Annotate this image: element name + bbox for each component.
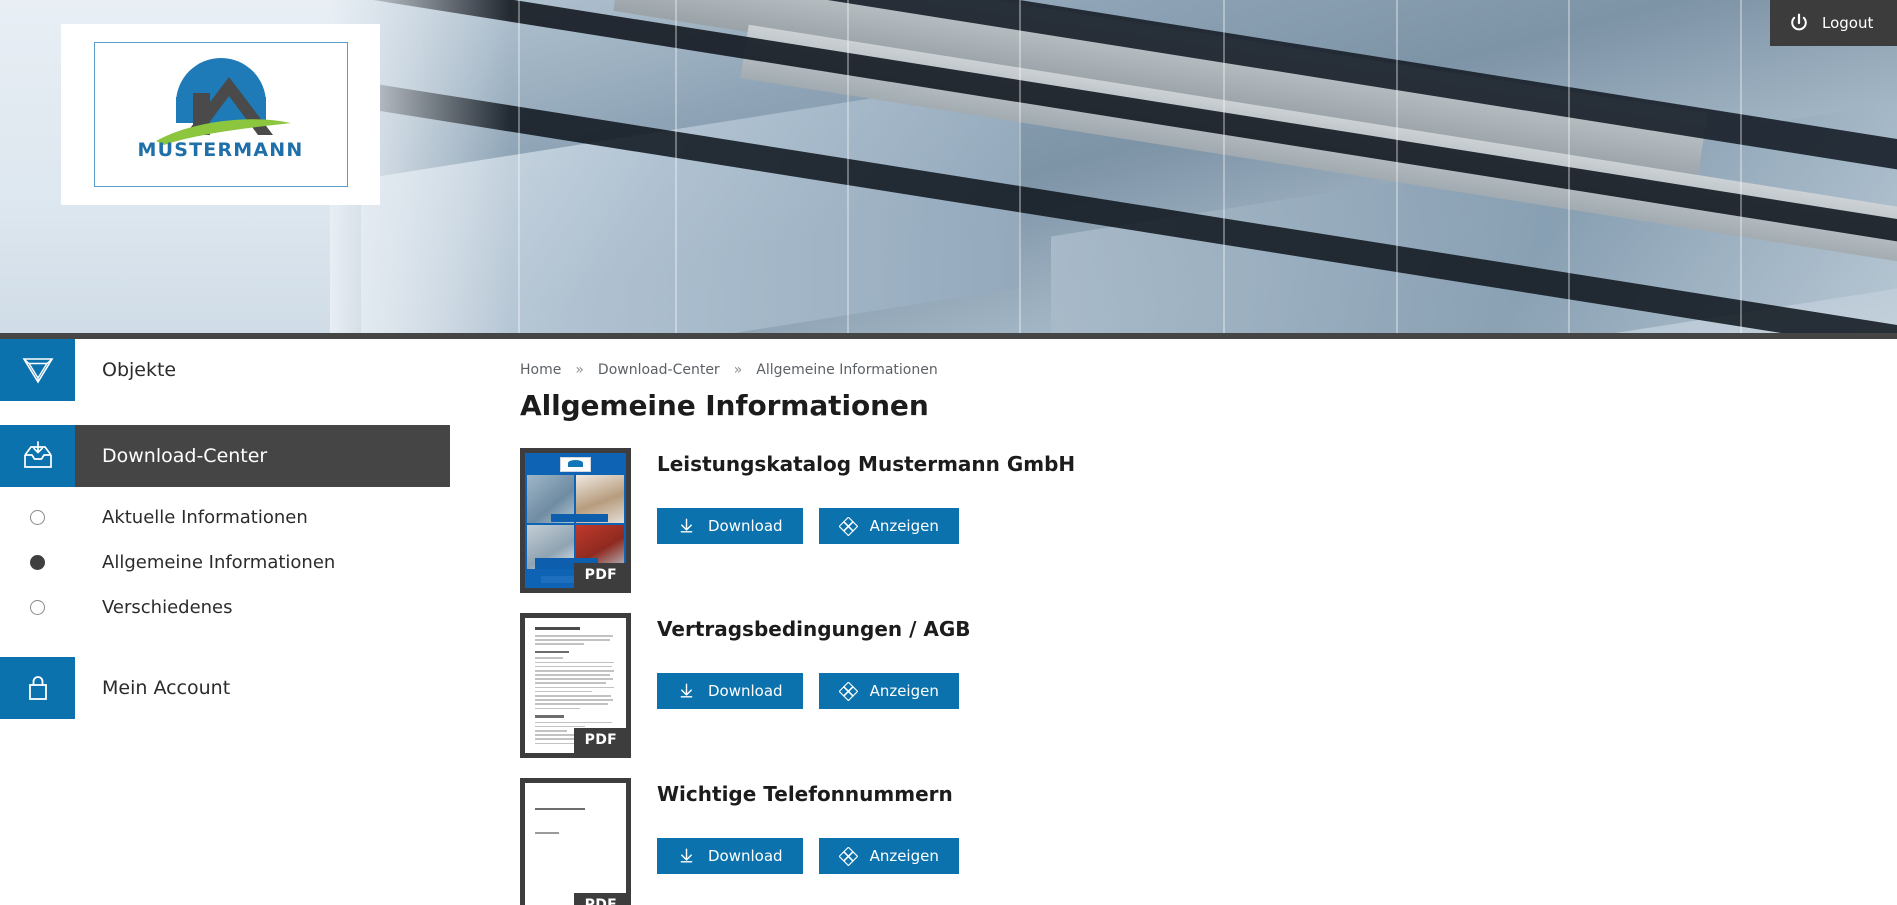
document-body: Vertragsbedingungen / AGB Download Anzei… bbox=[631, 613, 1857, 709]
document-row: PDF Wichtige Telefonnummern Download Anz… bbox=[520, 778, 1857, 905]
sidebar-subnav: Aktuelle Informationen Allgemeine Inform… bbox=[0, 487, 520, 630]
sidebar-subitem-verschiedenes-label: Verschiedenes bbox=[102, 597, 233, 618]
power-icon bbox=[1791, 13, 1807, 31]
radio-bullet-icon bbox=[0, 510, 75, 525]
sidebar-subitem-aktuelle-informationen[interactable]: Aktuelle Informationen bbox=[0, 495, 520, 540]
download-button-label: Download bbox=[708, 847, 783, 865]
house-roof-logo-icon bbox=[155, 58, 291, 145]
sidebar-nav: Objekte Download-Center Aktuelle Informa… bbox=[0, 339, 520, 905]
document-title: Wichtige Telefonnummern bbox=[657, 782, 953, 806]
sidebar-subitem-allgemeine-informationen-label: Allgemeine Informationen bbox=[102, 552, 336, 573]
document-actions: Download Anzeigen bbox=[657, 838, 1857, 874]
document-thumbnail[interactable]: PDF bbox=[520, 613, 631, 758]
sidebar-item-objekte-label: Objekte bbox=[102, 359, 177, 381]
download-button[interactable]: Download bbox=[657, 673, 803, 709]
pdf-badge: PDF bbox=[573, 728, 626, 753]
breadcrumb-separator: » bbox=[733, 362, 743, 378]
view-button[interactable]: Anzeigen bbox=[818, 508, 959, 544]
textdoc-preview-image bbox=[525, 783, 626, 905]
pdf-badge: PDF bbox=[573, 563, 626, 588]
download-button-label: Download bbox=[708, 517, 783, 535]
sidebar-item-download-center[interactable]: Download-Center bbox=[0, 425, 520, 487]
document-thumbnail[interactable]: PDF bbox=[520, 448, 631, 593]
four-diamonds-icon bbox=[838, 846, 858, 866]
hero-bottom-rule bbox=[0, 333, 1897, 339]
document-row: PDF Vertragsbedingungen / AGB Download A… bbox=[520, 613, 1857, 758]
radio-bullet-selected-icon bbox=[0, 555, 75, 570]
content-area: Home » Download-Center » Allgemeine Info… bbox=[520, 339, 1897, 905]
sidebar-subitem-verschiedenes[interactable]: Verschiedenes bbox=[0, 585, 520, 630]
breadcrumb: Home » Download-Center » Allgemeine Info… bbox=[520, 362, 1857, 378]
logo-wordmark: MUSTERMANN bbox=[137, 139, 304, 161]
breadcrumb-separator: » bbox=[575, 362, 584, 378]
view-button-label: Anzeigen bbox=[869, 517, 939, 535]
download-arrow-icon bbox=[680, 518, 693, 533]
sidebar-subitem-aktuelle-informationen-label: Aktuelle Informationen bbox=[102, 507, 308, 528]
sidebar-item-objekte[interactable]: Objekte bbox=[0, 339, 520, 401]
sidebar-item-download-center-label: Download-Center bbox=[75, 425, 450, 487]
lock-icon bbox=[0, 657, 75, 719]
logout-label: Logout bbox=[1822, 14, 1874, 32]
download-button[interactable]: Download bbox=[657, 508, 803, 544]
radio-bullet-icon bbox=[0, 600, 75, 615]
document-actions: Download Anzeigen bbox=[657, 508, 1857, 544]
company-logo[interactable]: MUSTERMANN bbox=[61, 24, 380, 205]
download-button[interactable]: Download bbox=[657, 838, 803, 874]
objects-triangle-icon bbox=[0, 339, 75, 401]
download-arrow-icon bbox=[680, 848, 693, 863]
sidebar-item-mein-account-label: Mein Account bbox=[102, 677, 231, 699]
four-diamonds-icon bbox=[838, 516, 858, 536]
breadcrumb-item-home[interactable]: Home bbox=[520, 362, 561, 378]
sidebar-item-mein-account[interactable]: Mein Account bbox=[0, 657, 520, 719]
page-title: Allgemeine Informationen bbox=[520, 389, 929, 422]
logout-button[interactable]: Logout bbox=[1770, 0, 1897, 46]
view-button[interactable]: Anzeigen bbox=[818, 838, 959, 874]
breadcrumb-item-download-center[interactable]: Download-Center bbox=[598, 362, 720, 378]
hero-banner: MUSTERMANN Logout bbox=[0, 0, 1897, 339]
main-layout: Objekte Download-Center Aktuelle Informa… bbox=[0, 339, 1897, 905]
pdf-badge: PDF bbox=[573, 893, 626, 905]
view-button-label: Anzeigen bbox=[869, 847, 939, 865]
document-title: Vertragsbedingungen / AGB bbox=[657, 617, 971, 641]
view-button[interactable]: Anzeigen bbox=[818, 673, 959, 709]
document-thumbnail[interactable]: PDF bbox=[520, 778, 631, 905]
view-button-label: Anzeigen bbox=[869, 682, 939, 700]
document-title: Leistungskatalog Mustermann GmbH bbox=[657, 452, 1076, 476]
four-diamonds-icon bbox=[838, 681, 858, 701]
document-row: PDF Leistungskatalog Mustermann GmbH Dow… bbox=[520, 448, 1857, 593]
download-button-label: Download bbox=[708, 682, 783, 700]
inbox-download-icon bbox=[0, 425, 75, 487]
document-body: Leistungskatalog Mustermann GmbH Downloa… bbox=[631, 448, 1857, 544]
sidebar-subitem-allgemeine-informationen[interactable]: Allgemeine Informationen bbox=[0, 540, 520, 585]
download-arrow-icon bbox=[680, 683, 693, 698]
document-body: Wichtige Telefonnummern Download Anzeige… bbox=[631, 778, 1857, 874]
hero-photo bbox=[245, 0, 1897, 339]
breadcrumb-item-current: Allgemeine Informationen bbox=[756, 362, 938, 378]
document-actions: Download Anzeigen bbox=[657, 673, 1857, 709]
